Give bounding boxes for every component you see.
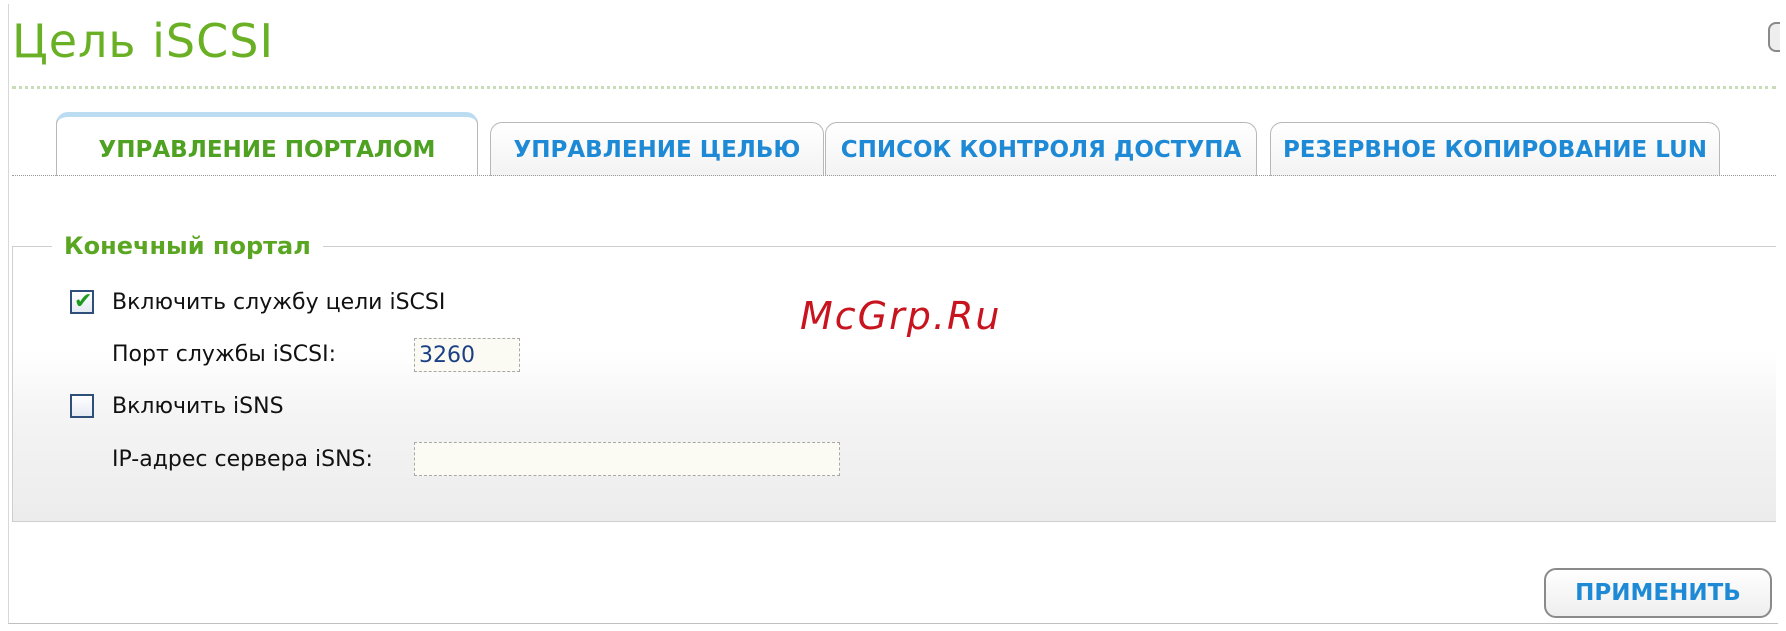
tab-access-control-list[interactable]: СПИСОК КОНТРОЛЯ ДОСТУПА bbox=[825, 122, 1257, 176]
fieldset-legend: Конечный портал bbox=[52, 232, 323, 260]
tab-baseline-divider bbox=[12, 175, 1776, 176]
scrollbar-handle[interactable] bbox=[1768, 22, 1780, 52]
enable-iscsi-service-checkbox[interactable]: ✔ bbox=[70, 289, 94, 314]
iscsi-port-input[interactable] bbox=[414, 338, 520, 372]
tab-portal-management[interactable]: УПРАВЛЕНИЕ ПОРТАЛОМ bbox=[56, 112, 478, 176]
tab-bar: УПРАВЛЕНИЕ ПОРТАЛОМ УПРАВЛЕНИЕ ЦЕЛЬЮ СПИ… bbox=[12, 112, 1776, 176]
enable-iscsi-service-label[interactable]: Включить службу цели iSCSI bbox=[112, 290, 445, 315]
isns-server-label: IP-адрес сервера iSNS: bbox=[112, 447, 373, 472]
isns-server-ip-input[interactable] bbox=[414, 442, 840, 476]
checkmark-icon: ✔ bbox=[74, 289, 93, 314]
iscsi-target-window: Цель iSCSI УПРАВЛЕНИЕ ПОРТАЛОМ УПРАВЛЕНИ… bbox=[0, 0, 1786, 631]
enable-isns-label[interactable]: Включить iSNS bbox=[112, 394, 284, 419]
tab-lun-backup[interactable]: РЕЗЕРВНОЕ КОПИРОВАНИЕ LUN bbox=[1270, 122, 1720, 176]
watermark-text: McGrp.Ru bbox=[800, 294, 1002, 338]
apply-button[interactable]: ПРИМЕНИТЬ bbox=[1544, 568, 1772, 618]
page-title: Цель iSCSI bbox=[12, 14, 275, 68]
iscsi-port-label: Порт службы iSCSI: bbox=[112, 342, 337, 367]
title-divider bbox=[12, 86, 1776, 89]
tab-target-management[interactable]: УПРАВЛЕНИЕ ЦЕЛЬЮ bbox=[490, 122, 824, 176]
enable-isns-checkbox[interactable] bbox=[70, 394, 94, 418]
portal-fieldset bbox=[12, 246, 1776, 522]
